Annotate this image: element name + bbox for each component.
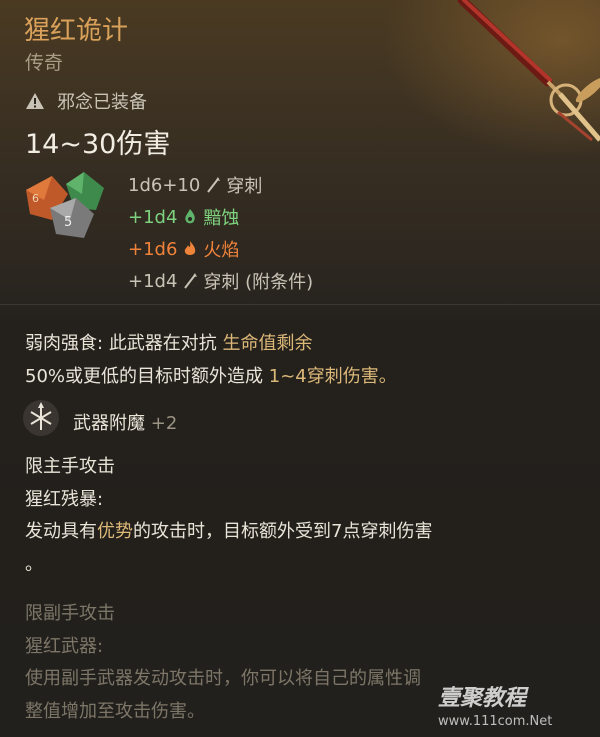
svg-text:6: 6 [32,192,39,205]
damage-type: 穿刺 (附条件) [203,272,314,293]
damage-range: 14~30伤害 [25,129,171,160]
advantage-keyword: 优势 [97,521,133,542]
main-hand-description: 发动具有优势的攻击时，目标额外受到7点穿刺伤害 [25,517,432,543]
dice-icon: 6 5 [26,172,104,238]
rapier-blade [457,0,562,96]
main-hand-name: 猩红残暴: [25,489,104,510]
divider [0,304,600,305]
piercing-icon [184,273,198,289]
damage-dice: 1d6+10 [128,174,201,196]
necrotic-icon [185,209,196,224]
watermark-url: www.111com.Net [438,714,553,729]
main-hand-description-end: 。 [25,554,43,575]
item-rarity: 传奇 [25,52,64,74]
damage-type: 穿刺 [226,176,263,197]
off-hand-restriction: 限副手攻击 [25,603,115,624]
rapier-hilt [549,77,600,142]
enchant-bonus: +2 [150,413,178,434]
description-text: 发动具有 [25,521,97,542]
item-tooltip: 猩红诡计 传奇 邪念已装备 14~30伤害 6 5 1d6+10 穿刺 +1d4… [0,0,600,737]
passive-text: 50%或更低的目标时额外造成 [25,366,264,387]
description-text: 的攻击时，目标额外受到7点穿刺伤害 [133,521,433,542]
enchant-line: 武器附魔 +2 [73,409,177,435]
passive-highlight: 1~4穿刺伤害。 [268,366,397,387]
passive-line-1: 弱肉强食: 此武器在对抗 生命值剩余 [25,329,313,355]
off-hand-name: 猩红武器: [25,636,104,657]
fire-icon [185,241,196,255]
svg-text:5: 5 [64,215,72,230]
damage-dice: +1d4 [128,206,178,228]
piercing-icon [207,177,221,193]
off-hand-description-2: 整值增加至攻击伤害。 [25,701,205,722]
watermark: 壹聚教程 www.111com.Net [438,680,552,729]
watermark-brand: 壹聚教程 [438,686,527,711]
warning-icon [26,93,44,109]
damage-row: +1d4 黯蚀 [128,204,239,230]
off-hand-description-1: 使用副手武器发动攻击时，你可以将自己的属性调 [25,668,421,689]
damage-type: 黯蚀 [203,208,240,229]
damage-row: +1d6 火焰 [128,236,239,262]
damage-type: 火焰 [203,240,240,261]
equip-status-label: 邪念已装备 [57,92,147,113]
item-name: 猩红诡计 [24,16,129,46]
damage-row: +1d4 穿刺 (附条件) [128,268,313,294]
damage-dice: +1d4 [128,270,178,292]
enchantment-icon [23,400,59,436]
passive-name: 弱肉强食: [25,333,104,354]
passive-highlight: 生命值剩余 [222,333,313,354]
enchant-label: 武器附魔 [73,413,145,434]
equip-status: 邪念已装备 [25,88,147,114]
passive-line-2: 50%或更低的目标时额外造成 1~4穿刺伤害。 [25,362,397,388]
passive-text: 此武器在对抗 [108,333,217,354]
damage-row: 1d6+10 穿刺 [128,172,262,198]
main-hand-restriction: 限主手攻击 [25,456,115,477]
damage-dice: +1d6 [128,238,178,260]
